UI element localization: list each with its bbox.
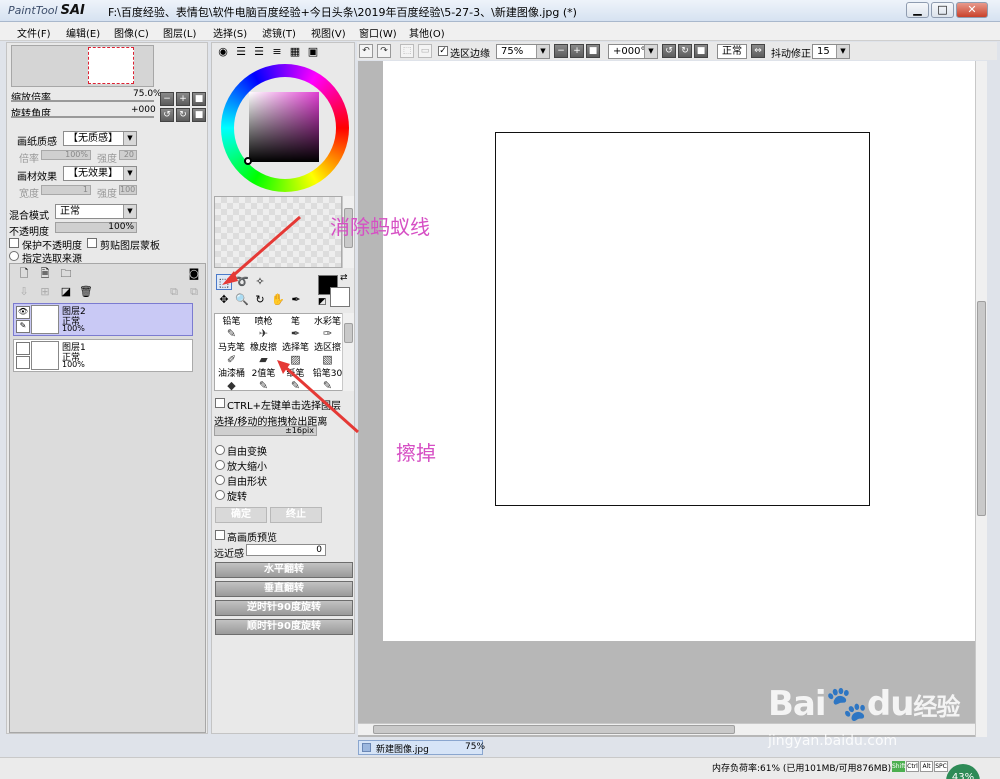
annotation-arrows — [222, 215, 359, 434]
annotation-deselect: 消除蚂蚁线 — [330, 215, 430, 239]
shift-key-indicator: Shift — [892, 761, 906, 772]
arrow-to-eraser — [283, 364, 359, 434]
baidu-watermark-logo: Bai🐾du经验 — [768, 684, 960, 724]
document-tab[interactable]: 新建图像.jpg 75% — [358, 740, 486, 755]
space-key-indicator: SPC — [934, 761, 948, 772]
progress-badge: 43% — [946, 764, 980, 779]
paw-icon: 🐾 — [825, 684, 868, 724]
alt-key-indicator: Alt — [920, 761, 933, 772]
memory-status: 内存负荷率:61% (已用101MB/可用876MB) — [712, 764, 892, 774]
document-name: 新建图像.jpg — [376, 745, 429, 755]
ctrl-key-indicator: Ctrl — [906, 761, 919, 772]
status-bar: 内存负荷率:61% (已用101MB/可用876MB) Shift Ctrl A… — [0, 757, 1000, 779]
arrow-to-deselect — [227, 215, 301, 282]
document-icon — [362, 743, 371, 752]
annotation-erase: 擦掉 — [396, 441, 436, 465]
arrow-head-eraser — [277, 360, 290, 374]
document-zoom: 75% — [465, 742, 486, 752]
baidu-watermark-url: jingyan.baidu.com — [768, 733, 898, 749]
